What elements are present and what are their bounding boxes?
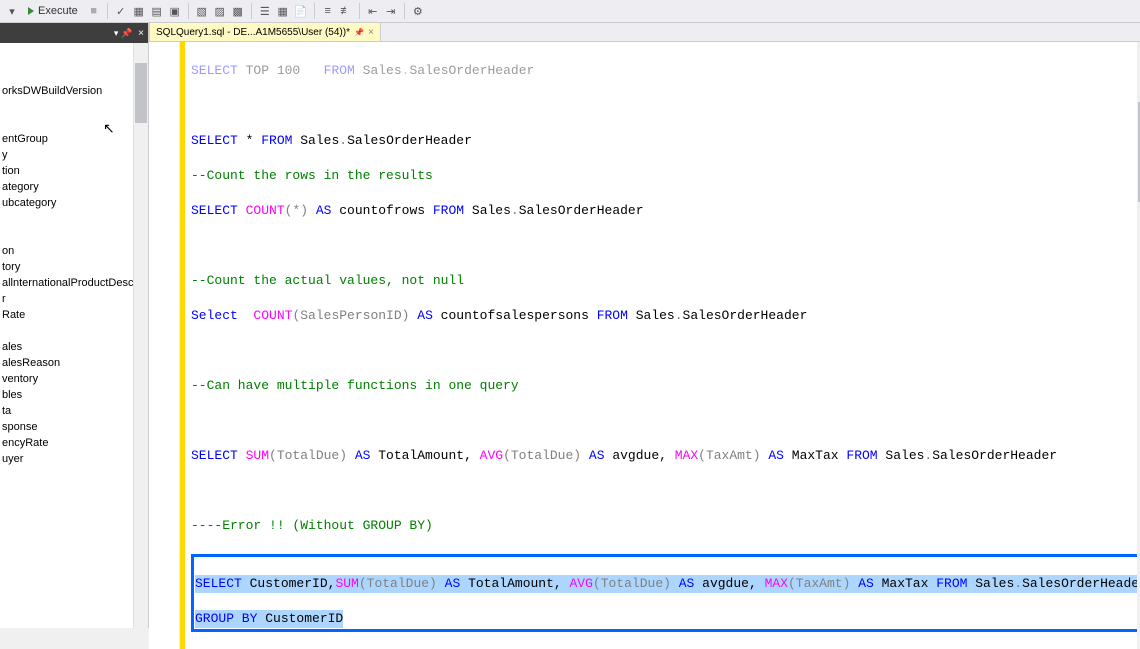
sidebar-item[interactable]: ategory <box>0 179 148 195</box>
sidebar-item[interactable]: on <box>0 243 148 259</box>
indent-increase-icon[interactable]: ⇥ <box>383 3 399 19</box>
sidebar-item[interactable]: entGroup <box>0 131 148 147</box>
stop-icon[interactable]: ■ <box>86 3 102 19</box>
sidebar-item[interactable] <box>0 99 148 115</box>
results-file-icon[interactable]: 📄 <box>293 3 309 19</box>
sidebar-item[interactable]: ales <box>0 339 148 355</box>
sidebar-item[interactable]: uyer <box>0 451 148 467</box>
tab-label: SQLQuery1.sql - DE...A1M5655\User (54))* <box>156 27 350 38</box>
query-options-icon[interactable]: ▤ <box>149 3 165 19</box>
sidebar-scrollbar[interactable] <box>133 43 148 628</box>
sidebar-item[interactable]: allnternationalProductDescription <box>0 275 148 291</box>
results-grid-icon[interactable]: ▦ <box>275 3 291 19</box>
uncomment-icon[interactable]: ≢ <box>338 3 354 19</box>
sidebar-item[interactable]: r <box>0 291 148 307</box>
object-explorer-panel: ▾ 📌 × orksDWBuildVersion entGroupytionat… <box>0 23 149 628</box>
sidebar-item[interactable]: ventory <box>0 371 148 387</box>
estimated-plan-icon[interactable]: ▦ <box>131 3 147 19</box>
sidebar-item[interactable] <box>0 115 148 131</box>
sidebar-item[interactable]: Rate <box>0 307 148 323</box>
tab-sqlquery1[interactable]: SQLQuery1.sql - DE...A1M5655\User (54))*… <box>149 22 381 41</box>
tab-close-icon[interactable]: × <box>368 27 374 38</box>
editor-margin <box>149 42 180 649</box>
sidebar-item[interactable]: sponse <box>0 419 148 435</box>
sidebar-item[interactable] <box>0 227 148 243</box>
sidebar-item[interactable]: bles <box>0 387 148 403</box>
results-text-icon[interactable]: ☰ <box>257 3 273 19</box>
main-toolbar: ▾ Execute ■ ✓ ▦ ▤ ▣ ▧ ▨ ▩ ☰ ▦ 📄 ≡ ≢ ⇤ ⇥ … <box>0 0 1140 23</box>
comment-icon[interactable]: ≡ <box>320 3 336 19</box>
sidebar-item[interactable]: encyRate <box>0 435 148 451</box>
sql-editor[interactable]: SELECT TOP 100 FROM Sales.SalesOrderHead… <box>149 42 1140 649</box>
sidebar-item[interactable]: y <box>0 147 148 163</box>
sidebar-item[interactable]: ta <box>0 403 148 419</box>
play-icon <box>28 7 34 15</box>
sidebar-item[interactable]: alesReason <box>0 355 148 371</box>
sidebar-item[interactable]: orksDWBuildVersion <box>0 83 148 99</box>
panel-titlebar: ▾ 📌 × <box>0 23 148 43</box>
client-stats-icon[interactable]: ▩ <box>230 3 246 19</box>
parse-icon[interactable]: ✓ <box>113 3 129 19</box>
intellisense-icon[interactable]: ▣ <box>167 3 183 19</box>
live-stats-icon[interactable]: ▨ <box>212 3 228 19</box>
indent-decrease-icon[interactable]: ⇤ <box>365 3 381 19</box>
sidebar-item[interactable]: ubcategory <box>0 195 148 211</box>
specify-values-icon[interactable]: ⚙ <box>410 3 426 19</box>
actual-plan-icon[interactable]: ▧ <box>194 3 210 19</box>
execute-button[interactable]: Execute <box>22 4 84 18</box>
sidebar-item[interactable]: tion <box>0 163 148 179</box>
pin-icon[interactable]: ▾ 📌 <box>114 28 132 39</box>
sidebar-item[interactable] <box>0 211 148 227</box>
debug-dropdown-icon[interactable]: ▾ <box>4 3 20 19</box>
highlighted-query: SELECT CustomerID,SUM(TotalDue) AS Total… <box>191 554 1140 632</box>
sidebar-item[interactable]: tory <box>0 259 148 275</box>
editor-tabbar: SQLQuery1.sql - DE...A1M5655\User (54))*… <box>149 23 1140 42</box>
close-icon[interactable]: × <box>138 28 144 39</box>
tab-pushpin-icon[interactable]: 📌 <box>354 28 364 37</box>
sidebar-item[interactable] <box>0 323 148 339</box>
execute-label: Execute <box>38 5 78 17</box>
